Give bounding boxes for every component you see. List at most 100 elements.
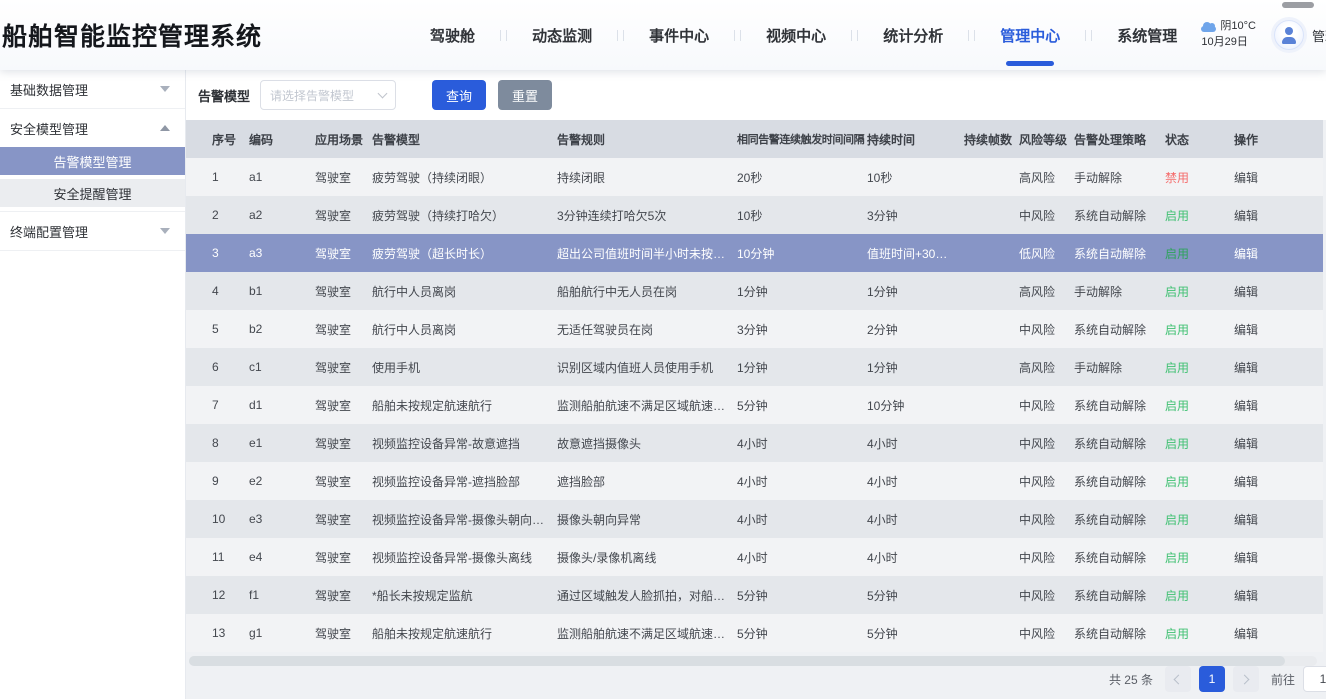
edit-link[interactable]: 编辑 bbox=[1234, 475, 1258, 489]
edit-link[interactable]: 编辑 bbox=[1234, 285, 1258, 299]
nav-item-5[interactable]: 统计分析 bbox=[883, 0, 943, 70]
table-row-2[interactable]: 2a2驾驶室疲劳驾驶（持续打哈欠）3分钟连续打哈欠5次10秒3分钟中风险系统自动… bbox=[186, 196, 1323, 234]
cell-rule: 持续闭眼 bbox=[557, 158, 737, 196]
edit-link[interactable]: 编辑 bbox=[1234, 627, 1258, 641]
username[interactable]: 管理 bbox=[1312, 26, 1326, 45]
next-page-button[interactable] bbox=[1233, 666, 1259, 692]
cell-model: 视频监控设备异常-摄像头离线 bbox=[372, 538, 557, 576]
cell-action: 编辑 bbox=[1234, 348, 1323, 386]
table-row-6[interactable]: 6c1驾驶室使用手机识别区域内值班人员使用手机1分钟1分钟高风险手动解除启用编辑 bbox=[186, 348, 1323, 386]
cell-status: 启用 bbox=[1165, 424, 1234, 462]
cell-scene: 驾驶室 bbox=[315, 158, 372, 196]
cell-interval: 5分钟 bbox=[737, 386, 867, 424]
sidebar-group-2[interactable]: 安全模型管理 bbox=[0, 109, 185, 147]
cell-frames bbox=[964, 158, 1019, 196]
app-title: 船舶智能监控管理系统 bbox=[2, 17, 262, 53]
sidebar-group-1[interactable]: 基础数据管理 bbox=[0, 70, 185, 108]
col-header-frames: 持续帧数 bbox=[964, 120, 1019, 158]
nav-item-6[interactable]: 管理中心 bbox=[1000, 0, 1060, 70]
cell-risk: 中风险 bbox=[1019, 196, 1074, 234]
cell-status: 启用 bbox=[1165, 310, 1234, 348]
cell-index: 7 bbox=[186, 386, 249, 424]
cell-interval: 4小时 bbox=[737, 424, 867, 462]
table-row-8[interactable]: 8e1驾驶室视频监控设备异常-故意遮挡故意遮挡摄像头4小时4小时中风险系统自动解… bbox=[186, 424, 1323, 462]
sidebar-group-label: 基础数据管理 bbox=[10, 80, 88, 99]
prev-page-button[interactable] bbox=[1165, 666, 1191, 692]
cell-status: 启用 bbox=[1165, 348, 1234, 386]
nav-item-3[interactable]: 事件中心 bbox=[649, 0, 709, 70]
cell-code: d1 bbox=[249, 386, 315, 424]
table-row-13[interactable]: 13g1驾驶室船舶未按规定航速航行监测船舶航速不满足区域航速限制规定5分钟5分钟… bbox=[186, 614, 1323, 652]
table-row-12[interactable]: 12f1驾驶室*船长未按规定监航通过区域触发人脸抓拍，对船长身份...5分钟5分… bbox=[186, 576, 1323, 614]
pagination: 共 25 条 1 前往 bbox=[1109, 664, 1326, 694]
goto-page-input[interactable] bbox=[1303, 666, 1326, 692]
reset-button[interactable]: 重置 bbox=[498, 80, 552, 110]
cell-strategy: 系统自动解除 bbox=[1074, 576, 1165, 614]
cell-strategy: 系统自动解除 bbox=[1074, 310, 1165, 348]
edit-link[interactable]: 编辑 bbox=[1234, 247, 1258, 261]
table-row-11[interactable]: 11e4驾驶室视频监控设备异常-摄像头离线摄像头/录像机离线4小时4小时中风险系… bbox=[186, 538, 1323, 576]
edit-link[interactable]: 编辑 bbox=[1234, 323, 1258, 337]
edit-link[interactable]: 编辑 bbox=[1234, 437, 1258, 451]
cell-rule: 3分钟连续打哈欠5次 bbox=[557, 196, 737, 234]
page-1-button[interactable]: 1 bbox=[1199, 666, 1225, 692]
cell-duration: 5分钟 bbox=[867, 576, 964, 614]
cell-risk: 中风险 bbox=[1019, 576, 1074, 614]
cell-scene: 驾驶室 bbox=[315, 576, 372, 614]
table-row-1[interactable]: 1a1驾驶室疲劳驾驶（持续闭眼）持续闭眼20秒10秒高风险手动解除禁用编辑 bbox=[186, 158, 1323, 196]
alarm-model-select[interactable]: 请选择告警模型 bbox=[260, 80, 396, 110]
nav-separator bbox=[500, 30, 507, 41]
nav-item-7[interactable]: 系统管理 bbox=[1117, 0, 1177, 70]
nav-item-4[interactable]: 视频中心 bbox=[766, 0, 826, 70]
edit-link[interactable]: 编辑 bbox=[1234, 399, 1258, 413]
cell-rule: 监测船舶航速不满足区域航速限制规定 bbox=[557, 386, 737, 424]
weather-widget: 阴10°C 10月29日 bbox=[1201, 19, 1256, 51]
sidebar-item-2-1[interactable]: 告警模型管理 bbox=[0, 147, 185, 175]
nav-item-2[interactable]: 动态监测 bbox=[532, 0, 592, 70]
col-header-duration: 持续时间 bbox=[867, 120, 964, 158]
sidebar-item-2-2[interactable]: 安全提醒管理 bbox=[0, 179, 185, 207]
edit-link[interactable]: 编辑 bbox=[1234, 361, 1258, 375]
nav-item-1[interactable]: 驾驶舱 bbox=[430, 0, 475, 70]
cell-action: 编辑 bbox=[1234, 386, 1323, 424]
sidebar-group-3[interactable]: 终端配置管理 bbox=[0, 212, 185, 250]
edit-link[interactable]: 编辑 bbox=[1234, 589, 1258, 603]
status-badge: 启用 bbox=[1165, 247, 1189, 261]
main-content: 告警模型 请选择告警模型 查询 重置 序号编码应用场景告警模型告警规则相同告警连… bbox=[186, 70, 1326, 699]
sidebar-group-label: 安全模型管理 bbox=[10, 119, 88, 138]
status-badge: 启用 bbox=[1165, 361, 1189, 375]
cell-frames bbox=[964, 614, 1019, 652]
table-row-9[interactable]: 9e2驾驶室视频监控设备异常-遮挡脸部遮挡脸部4小时4小时中风险系统自动解除启用… bbox=[186, 462, 1323, 500]
sidebar: 基础数据管理安全模型管理告警模型管理安全提醒管理终端配置管理 bbox=[0, 70, 186, 699]
person-icon bbox=[1275, 21, 1303, 49]
cell-index: 11 bbox=[186, 538, 249, 576]
search-button[interactable]: 查询 bbox=[432, 80, 486, 110]
edit-link[interactable]: 编辑 bbox=[1234, 513, 1258, 527]
col-header-action: 操作 bbox=[1234, 120, 1323, 158]
cell-frames bbox=[964, 500, 1019, 538]
table-row-5[interactable]: 5b2驾驶室航行中人员离岗无适任驾驶员在岗3分钟2分钟中风险系统自动解除启用编辑 bbox=[186, 310, 1323, 348]
status-badge: 启用 bbox=[1165, 209, 1189, 223]
cell-strategy: 系统自动解除 bbox=[1074, 234, 1165, 272]
cell-action: 编辑 bbox=[1234, 500, 1323, 538]
table-row-7[interactable]: 7d1驾驶室船舶未按规定航速航行监测船舶航速不满足区域航速限制规定5分钟10分钟… bbox=[186, 386, 1323, 424]
top-header: 船舶智能监控管理系统 驾驶舱 动态监测事件中心视频中心统计分析管理中心系统管理 阴… bbox=[0, 0, 1326, 70]
edit-link[interactable]: 编辑 bbox=[1234, 551, 1258, 565]
weather-condition: 阴10°C bbox=[1220, 19, 1256, 35]
sidebar-menu: 基础数据管理安全模型管理告警模型管理安全提醒管理终端配置管理 bbox=[0, 70, 185, 251]
status-badge: 启用 bbox=[1165, 323, 1189, 337]
table-row-4[interactable]: 4b1驾驶室航行中人员离岗船舶航行中无人员在岗1分钟1分钟高风险手动解除启用编辑 bbox=[186, 272, 1323, 310]
col-header-scene: 应用场景 bbox=[315, 120, 372, 158]
edit-link[interactable]: 编辑 bbox=[1234, 209, 1258, 223]
edit-link[interactable]: 编辑 bbox=[1234, 171, 1258, 185]
cell-duration: 4小时 bbox=[867, 462, 964, 500]
avatar[interactable] bbox=[1274, 20, 1304, 50]
table-body: 1a1驾驶室疲劳驾驶（持续闭眼）持续闭眼20秒10秒高风险手动解除禁用编辑2a2… bbox=[186, 158, 1323, 652]
table-row-3[interactable]: 3a3驾驶室疲劳驾驶（超长时长）超出公司值班时间半小时未按规定交接10分钟值班时… bbox=[186, 234, 1323, 272]
table-row-10[interactable]: 10e3驾驶室视频监控设备异常-摄像头朝向异常摄像头朝向异常4小时4小时中风险系… bbox=[186, 500, 1323, 538]
status-badge: 启用 bbox=[1165, 285, 1189, 299]
cell-model: 疲劳驾驶（超长时长） bbox=[372, 234, 557, 272]
status-badge: 启用 bbox=[1165, 589, 1189, 603]
cell-duration: 4小时 bbox=[867, 424, 964, 462]
cell-index: 13 bbox=[186, 614, 249, 652]
